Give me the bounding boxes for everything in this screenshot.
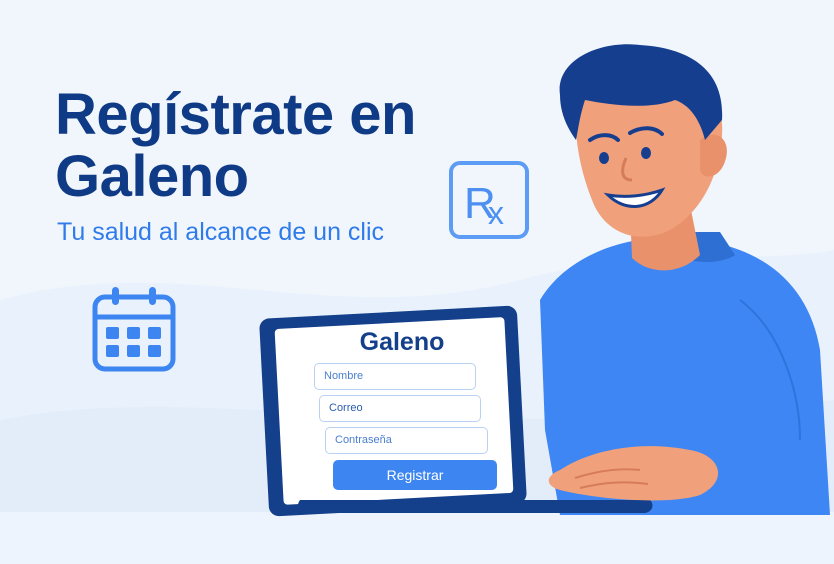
title-line-2: Galeno — [55, 144, 249, 209]
register-button[interactable]: Registrar — [333, 460, 497, 490]
svg-text:x: x — [488, 195, 504, 231]
page-title: Regístrate en Galeno — [55, 84, 475, 208]
registration-form: Galeno Nombre Correo Contraseña Registra… — [302, 320, 512, 500]
calendar-icon — [92, 287, 176, 372]
title-line-1: Regístrate en — [55, 82, 416, 147]
rx-prescription-icon: R x — [449, 161, 529, 239]
name-field[interactable]: Nombre — [314, 363, 476, 390]
subtitle: Tu salud al alcance de un clic — [57, 218, 385, 246]
password-field[interactable]: Contraseña — [325, 427, 488, 454]
form-brand-title: Galeno — [359, 328, 445, 356]
email-field[interactable]: Correo — [319, 395, 481, 422]
